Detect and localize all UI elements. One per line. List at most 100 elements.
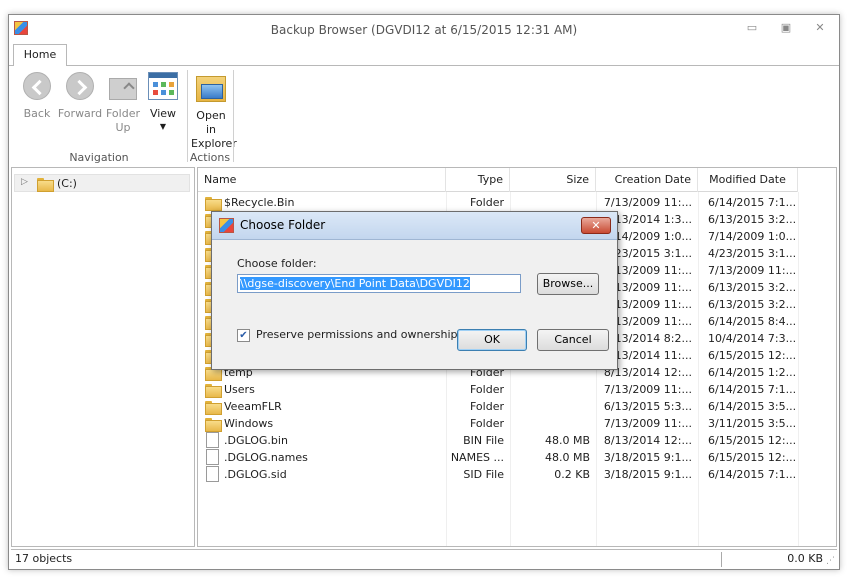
type-cell: Folder xyxy=(470,383,504,396)
tab-home[interactable]: Home xyxy=(13,44,67,67)
open-in-explorer-label: Open in Explorer xyxy=(191,109,237,150)
name-cell: .DGLOG.sid xyxy=(224,468,287,481)
name-cell: .DGLOG.names xyxy=(224,451,308,464)
modified-date-cell: 6/15/2015 12:... xyxy=(708,451,797,464)
dialog-title: Choose Folder xyxy=(240,218,326,232)
table-row[interactable]: .DGLOG.names NAMES ... 48.0 MB 3/18/2015 9:… xyxy=(198,449,798,466)
actions-group-label: Actions xyxy=(189,151,231,164)
status-divider xyxy=(721,552,722,567)
minimize-icon[interactable]: ▭ xyxy=(741,19,763,37)
tree-item-label: (C:) xyxy=(57,177,77,190)
folder-up-button[interactable]: Folder Up xyxy=(103,72,143,135)
object-count: 17 objects xyxy=(15,552,73,565)
creation-date-cell: 8/13/2014 12:... xyxy=(603,434,692,447)
view-button[interactable]: View ▼ xyxy=(145,72,181,131)
actions-group: Open in Explorer Actions xyxy=(188,66,237,166)
forward-button[interactable]: Forward xyxy=(57,72,103,121)
modified-date-cell: 6/14/2015 7:1... xyxy=(708,383,797,396)
close-icon[interactable]: ✕ xyxy=(809,19,831,37)
table-row[interactable]: Users Folder 7/13/2009 11:... 6/14/2015 7:1… xyxy=(198,381,798,398)
forward-label: Forward xyxy=(57,107,103,120)
preserve-permissions-label[interactable]: Preserve permissions and ownership xyxy=(256,328,458,341)
size-cell: 0.2 KB xyxy=(554,468,590,481)
table-row[interactable]: $Recycle.Bin Folder 7/13/2009 11:... 6/14/2… xyxy=(198,194,798,211)
window-title: Backup Browser (DGVDI12 at 6/15/2015 12:… xyxy=(270,23,578,37)
size-cell: 48.0 MB xyxy=(544,451,590,464)
resize-grip-icon[interactable]: ⋰ xyxy=(826,556,835,566)
modified-date-cell: 6/15/2015 12:... xyxy=(708,349,797,362)
column-divider xyxy=(798,192,799,546)
name-cell: $Recycle.Bin xyxy=(224,196,295,209)
folder-path-value: \\dgse-discovery\End Point Data\DGVDI12 xyxy=(240,277,470,290)
type-cell: NAMES ... xyxy=(450,451,504,464)
table-row[interactable]: .DGLOG.bin BIN File 48.0 MB 8/13/2014 12:..… xyxy=(198,432,798,449)
size-cell: 48.0 MB xyxy=(544,434,590,447)
modified-date-cell: 6/14/2015 7:1... xyxy=(708,196,797,209)
modified-date-cell: 6/14/2015 1:2... xyxy=(708,366,797,379)
name-cell: Users xyxy=(224,383,255,396)
ribbon-group-divider xyxy=(233,70,234,162)
cancel-button[interactable]: Cancel xyxy=(537,329,609,351)
table-row[interactable]: Windows Folder 7/13/2009 11:... 3/11/2015 3… xyxy=(198,415,798,432)
modified-date-cell: 6/13/2015 3:2... xyxy=(708,213,797,226)
navigation-group: Back Forward Folder Up View ▼ Navigation xyxy=(11,66,187,166)
ribbon-tabstrip: Home xyxy=(9,42,839,67)
table-row[interactable]: .DGLOG.sid SID File 0.2 KB 3/18/2015 9:1...… xyxy=(198,466,798,483)
modified-date-cell: 6/13/2015 3:2... xyxy=(708,281,797,294)
file-icon xyxy=(206,466,219,482)
folder-up-icon xyxy=(107,72,139,100)
table-row[interactable]: VeeamFLR Folder 6/13/2015 5:3... 6/14/2015 … xyxy=(198,398,798,415)
tree-item-c-drive[interactable]: ▷ (C:) xyxy=(14,174,190,192)
modified-date-cell: 4/23/2015 3:1... xyxy=(708,247,797,260)
name-cell: .DGLOG.bin xyxy=(224,434,288,447)
folder-icon xyxy=(205,417,222,432)
size-cell xyxy=(510,415,590,432)
type-cell: Folder xyxy=(470,196,504,209)
file-icon xyxy=(206,449,219,465)
type-cell: BIN File xyxy=(463,434,504,447)
maximize-icon[interactable]: ▣ xyxy=(775,19,797,37)
creation-date-cell: 7/13/2009 11:... xyxy=(603,417,692,430)
modified-date-cell: 7/13/2009 11:... xyxy=(708,264,797,277)
name-cell: VeeamFLR xyxy=(224,400,282,413)
column-header-creation-date[interactable]: Creation Date xyxy=(596,168,698,192)
app-icon xyxy=(219,218,234,233)
column-header-modified-date[interactable]: Modified Date xyxy=(698,168,798,192)
browse-button[interactable]: Browse... xyxy=(537,273,599,295)
dialog-title-bar[interactable]: Choose Folder ✕ xyxy=(212,212,617,240)
column-header-name[interactable]: Name xyxy=(198,168,446,192)
type-cell: Folder xyxy=(470,400,504,413)
modified-date-cell: 10/4/2014 7:3... xyxy=(708,332,797,345)
forward-arrow-icon xyxy=(66,72,94,100)
creation-date-cell: 6/13/2015 5:3... xyxy=(603,400,692,413)
folder-path-input[interactable]: \\dgse-discovery\End Point Data\DGVDI12 xyxy=(237,274,521,293)
column-header-size[interactable]: Size xyxy=(510,168,596,192)
creation-date-cell: 7/13/2009 11:... xyxy=(603,383,692,396)
column-header-type[interactable]: Type xyxy=(446,168,510,192)
list-header: Name Type Size Creation Date Modified Da… xyxy=(198,168,798,192)
modified-date-cell: 6/13/2015 3:2... xyxy=(708,298,797,311)
preserve-permissions-checkbox[interactable]: ✔ xyxy=(237,329,250,342)
type-cell: Folder xyxy=(470,417,504,430)
size-cell xyxy=(510,398,590,415)
modified-date-cell: 7/14/2009 1:0... xyxy=(708,230,797,243)
view-icon xyxy=(148,72,178,100)
title-bar[interactable]: Backup Browser (DGVDI12 at 6/15/2015 12:… xyxy=(9,15,839,45)
open-in-explorer-button[interactable]: Open in Explorer xyxy=(190,72,237,151)
folder-icon xyxy=(205,400,222,415)
folder-icon xyxy=(37,177,54,192)
ok-button[interactable]: OK xyxy=(457,329,527,351)
back-arrow-icon xyxy=(23,72,51,100)
choose-folder-dialog: Choose Folder ✕ Choose folder: \\dgse-di… xyxy=(211,211,618,370)
modified-date-cell: 6/15/2015 12:... xyxy=(708,434,797,447)
back-button[interactable]: Back xyxy=(19,72,55,121)
creation-date-cell: 7/13/2009 11:... xyxy=(603,196,692,209)
back-label: Back xyxy=(23,107,51,120)
name-cell: Windows xyxy=(224,417,274,430)
dialog-close-button[interactable]: ✕ xyxy=(581,217,611,234)
size-cell xyxy=(510,381,590,398)
expand-arrow-icon[interactable]: ▷ xyxy=(21,177,28,187)
modified-date-cell: 6/14/2015 3:5... xyxy=(708,400,797,413)
status-bar: 17 objects 0.0 KB ⋰ xyxy=(11,549,837,568)
size-cell xyxy=(510,194,590,211)
